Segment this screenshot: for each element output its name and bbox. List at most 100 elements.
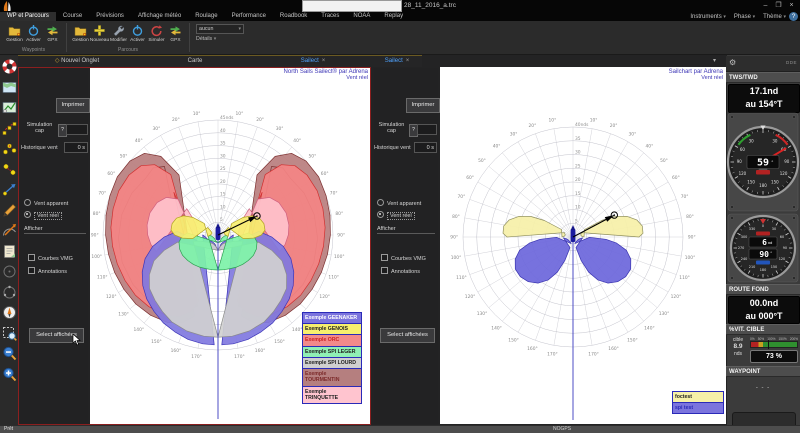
route-dashed-icon[interactable]	[2, 121, 17, 136]
gear-icon[interactable]: ⚙	[729, 58, 736, 67]
activer-button[interactable]: Activer	[24, 22, 43, 46]
legend-item[interactable]: Exemple GENOIS	[302, 323, 362, 334]
legend-item[interactable]: Exemple TOURMENTIN	[302, 368, 362, 385]
activer-button[interactable]: Activer	[128, 22, 147, 46]
print-button[interactable]: Imprimer	[406, 98, 440, 113]
tab-nouvel-onglet[interactable]: ◇ Nouvel Onglet	[18, 56, 136, 67]
button-label: GPX	[47, 38, 57, 43]
svg-text:60: 60	[780, 235, 784, 239]
checkbox-courbes-vmg[interactable]: Courbes VMG	[381, 254, 426, 262]
select-affichees-button[interactable]: Select affichées	[380, 328, 435, 343]
simulation-cap-input[interactable]	[417, 124, 437, 135]
edit-route-icon[interactable]	[2, 203, 17, 218]
tab-sailect[interactable]: Sailect×	[254, 56, 372, 67]
svg-text:140°: 140°	[292, 327, 303, 333]
svg-text:330: 330	[749, 227, 755, 231]
menu-instruments[interactable]: Instruments ▾	[690, 14, 726, 20]
radio-vent-apparent[interactable]: Vent apparent	[24, 199, 68, 207]
svg-text:150°: 150°	[627, 337, 638, 343]
background-window-strip	[302, 0, 402, 12]
menu-phase[interactable]: Phase ▾	[734, 14, 755, 20]
historique-vent-input[interactable]: 0 s	[414, 142, 437, 153]
vit-marker	[768, 340, 770, 349]
zoom-out-icon[interactable]	[2, 346, 17, 361]
legend-item[interactable]: foctest	[672, 391, 724, 402]
gpx-button[interactable]: GPX	[166, 22, 185, 46]
route-arrow-icon[interactable]	[2, 182, 17, 197]
radio-vent-reel[interactable]: Vent réel	[377, 211, 415, 219]
svg-text:150°: 150°	[274, 339, 285, 345]
menu-theme[interactable]: Thème ▾	[763, 14, 786, 20]
menu-tab-roadbook[interactable]: Roadbook	[273, 12, 314, 21]
waypoints-icon[interactable]	[2, 141, 17, 156]
afficher-group-label: Afficher	[377, 226, 435, 234]
maximize-button[interactable]: ❐	[772, 1, 785, 11]
simuler-button[interactable]: Simuler	[147, 22, 166, 46]
svg-text:10: 10	[575, 205, 581, 211]
tab-carte[interactable]: Carte	[136, 56, 254, 67]
details-toggle[interactable]: Détails ▾	[196, 36, 244, 42]
map-route-icon[interactable]	[2, 100, 17, 115]
waypoints-group-icon[interactable]	[2, 162, 17, 177]
compass-pointer-icon[interactable]	[2, 305, 17, 320]
circle-points-icon[interactable]	[2, 285, 17, 300]
dde-label: DDE	[786, 60, 797, 65]
map-icon[interactable]	[2, 80, 17, 95]
close-tab-icon[interactable]: ×	[322, 58, 326, 64]
minimize-button[interactable]: –	[759, 1, 772, 11]
historique-vent-input[interactable]: 0 s	[64, 142, 88, 153]
menu-tab-pr-visions[interactable]: Prévisions	[89, 12, 131, 21]
menu-tab-wp-et-parcours[interactable]: WP et Parcours	[0, 12, 56, 21]
circle-tool-icon[interactable]	[2, 264, 17, 279]
gestion-button[interactable]: Gestion	[71, 22, 90, 46]
parcours-dropdown[interactable]: aucun▾	[196, 24, 244, 34]
checkbox-annotations[interactable]: Annotations	[28, 267, 67, 275]
legend-item[interactable]: Exemple TRINQUETTE	[302, 386, 362, 404]
gestion-button[interactable]: Gestion	[5, 22, 24, 46]
compass-gauge: 03060901201501802102402703003306nd90°	[726, 213, 800, 283]
close-button[interactable]: ×	[785, 1, 798, 11]
legend-item[interactable]: Exemple GEENAKER	[302, 312, 362, 323]
radio-vent-apparent[interactable]: Vent apparent	[377, 199, 421, 207]
tab-sailect[interactable]: Sailect×	[372, 56, 422, 67]
menu-tab-traces[interactable]: Traces	[314, 12, 346, 21]
checkbox-annotations[interactable]: Annotations	[381, 267, 420, 275]
menu-tab-affichage-m-t-o[interactable]: Affichage météo	[131, 12, 188, 21]
legend-item[interactable]: Exemple SPI LEGER	[302, 346, 362, 357]
svg-text:45nds: 45nds	[220, 115, 234, 121]
button-label: GPX	[170, 38, 180, 43]
svg-text:40°: 40°	[493, 144, 501, 150]
legend-item[interactable]: Exemple ORC	[302, 334, 362, 345]
svg-text:35: 35	[575, 136, 581, 142]
svg-text:120: 120	[739, 171, 747, 176]
checkbox-courbes-vmg[interactable]: Courbes VMG	[28, 254, 73, 262]
vit-cible-target: cible 8.9 nds	[728, 337, 748, 363]
ribbon-groups: GestionActiverGPXWaypointsGestionNouveau…	[3, 21, 192, 54]
gpx-button[interactable]: GPX	[43, 22, 62, 46]
close-tab-icon[interactable]: ×	[406, 58, 410, 64]
print-button[interactable]: Imprimer	[56, 98, 90, 113]
menu-tab-performance[interactable]: Performance	[225, 12, 273, 21]
menu-tab-course[interactable]: Course	[56, 12, 89, 21]
ribbon-extra: aucun▾ Détails ▾	[192, 21, 244, 54]
svg-text:110°: 110°	[328, 275, 339, 281]
help-button[interactable]: ?	[789, 12, 798, 21]
zoom-in-icon[interactable]	[2, 367, 17, 382]
legend-item[interactable]: Exemple SPI LOURD	[302, 357, 362, 368]
mob-lifebuoy-icon[interactable]	[2, 59, 17, 74]
radio-vent-reel[interactable]: Vent réel	[24, 211, 62, 219]
modifier-button[interactable]: Modifier	[109, 22, 128, 46]
simulation-cap-input[interactable]	[66, 124, 88, 135]
menu-tab-noaa[interactable]: NOAA	[346, 12, 377, 21]
bearing-compass-icon[interactable]	[2, 223, 17, 238]
menu-tab-replay[interactable]: Replay	[377, 12, 410, 21]
panel0-tabbar: ◇ Nouvel Onglet Carte Sailect×	[18, 55, 372, 67]
notepad-icon[interactable]	[2, 244, 17, 259]
zoom-selection-icon[interactable]	[2, 326, 17, 341]
svg-text:100°: 100°	[451, 255, 462, 261]
menu-tab-roulage[interactable]: Roulage	[188, 12, 224, 21]
legend-item[interactable]: spi test	[672, 402, 724, 414]
panel-options-icon[interactable]: ▾	[713, 57, 716, 64]
folder-icon	[74, 24, 87, 37]
nouveau-button[interactable]: Nouveau	[90, 22, 109, 46]
